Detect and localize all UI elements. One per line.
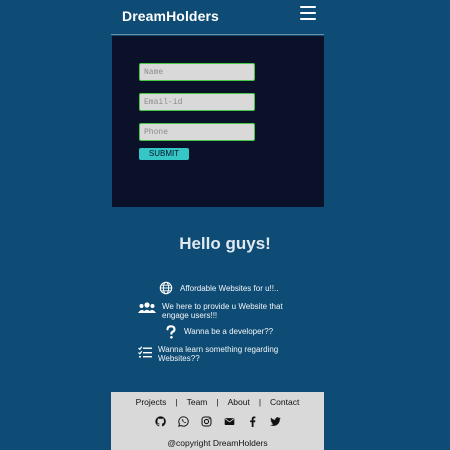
- feature-item: Wanna learn something regarding Websites…: [138, 345, 288, 363]
- question-icon: [166, 325, 176, 339]
- nav-contact[interactable]: Contact: [270, 397, 299, 407]
- submit-button[interactable]: SUBMIT: [139, 148, 189, 160]
- twitter-icon[interactable]: [269, 416, 281, 427]
- contact-form: SUBMIT: [112, 36, 324, 207]
- nav-about[interactable]: About: [228, 397, 250, 407]
- nav-separator: |: [175, 397, 178, 407]
- nav-team[interactable]: Team: [187, 397, 208, 407]
- instagram-icon[interactable]: [201, 416, 212, 427]
- feature-item: Affordable Websites for u!!..: [158, 281, 298, 295]
- whatsapp-icon[interactable]: [177, 416, 189, 427]
- nav-projects[interactable]: Projects: [136, 397, 167, 407]
- copyright-text: @copyright DreamHolders: [167, 438, 268, 448]
- feature-text: Wanna be a developer??: [184, 327, 274, 336]
- footer-nav: Projects | Team | About | Contact: [111, 397, 324, 407]
- name-field[interactable]: [139, 63, 255, 81]
- hamburger-icon[interactable]: [300, 6, 316, 20]
- email-icon[interactable]: [224, 416, 235, 427]
- nav-separator: |: [258, 397, 262, 407]
- users-icon: [138, 302, 156, 313]
- feature-text: We here to provide u Website that engage…: [162, 302, 283, 320]
- footer: Projects | Team | About | Contact @copyright D…: [111, 392, 324, 450]
- top-navbar: DreamHolders: [111, 0, 324, 35]
- social-links: [111, 416, 324, 427]
- feature-item: We here to provide u Website that engage…: [138, 301, 298, 320]
- email-field[interactable]: [139, 93, 255, 111]
- feature-text: Affordable Websites for u!!..: [180, 284, 279, 293]
- greeting-heading: Hello guys!: [179, 234, 271, 253]
- globe-icon: [159, 281, 173, 295]
- checklist-icon: [138, 346, 152, 358]
- nav-separator: |: [216, 397, 219, 407]
- feature-text: Wanna learn something regarding Websites…: [158, 345, 279, 363]
- phone-field[interactable]: [139, 123, 255, 141]
- brand-name[interactable]: DreamHolders: [122, 8, 219, 24]
- feature-item: Wanna be a developer??: [164, 325, 284, 339]
- github-icon[interactable]: [154, 416, 166, 427]
- facebook-icon[interactable]: [247, 416, 258, 427]
